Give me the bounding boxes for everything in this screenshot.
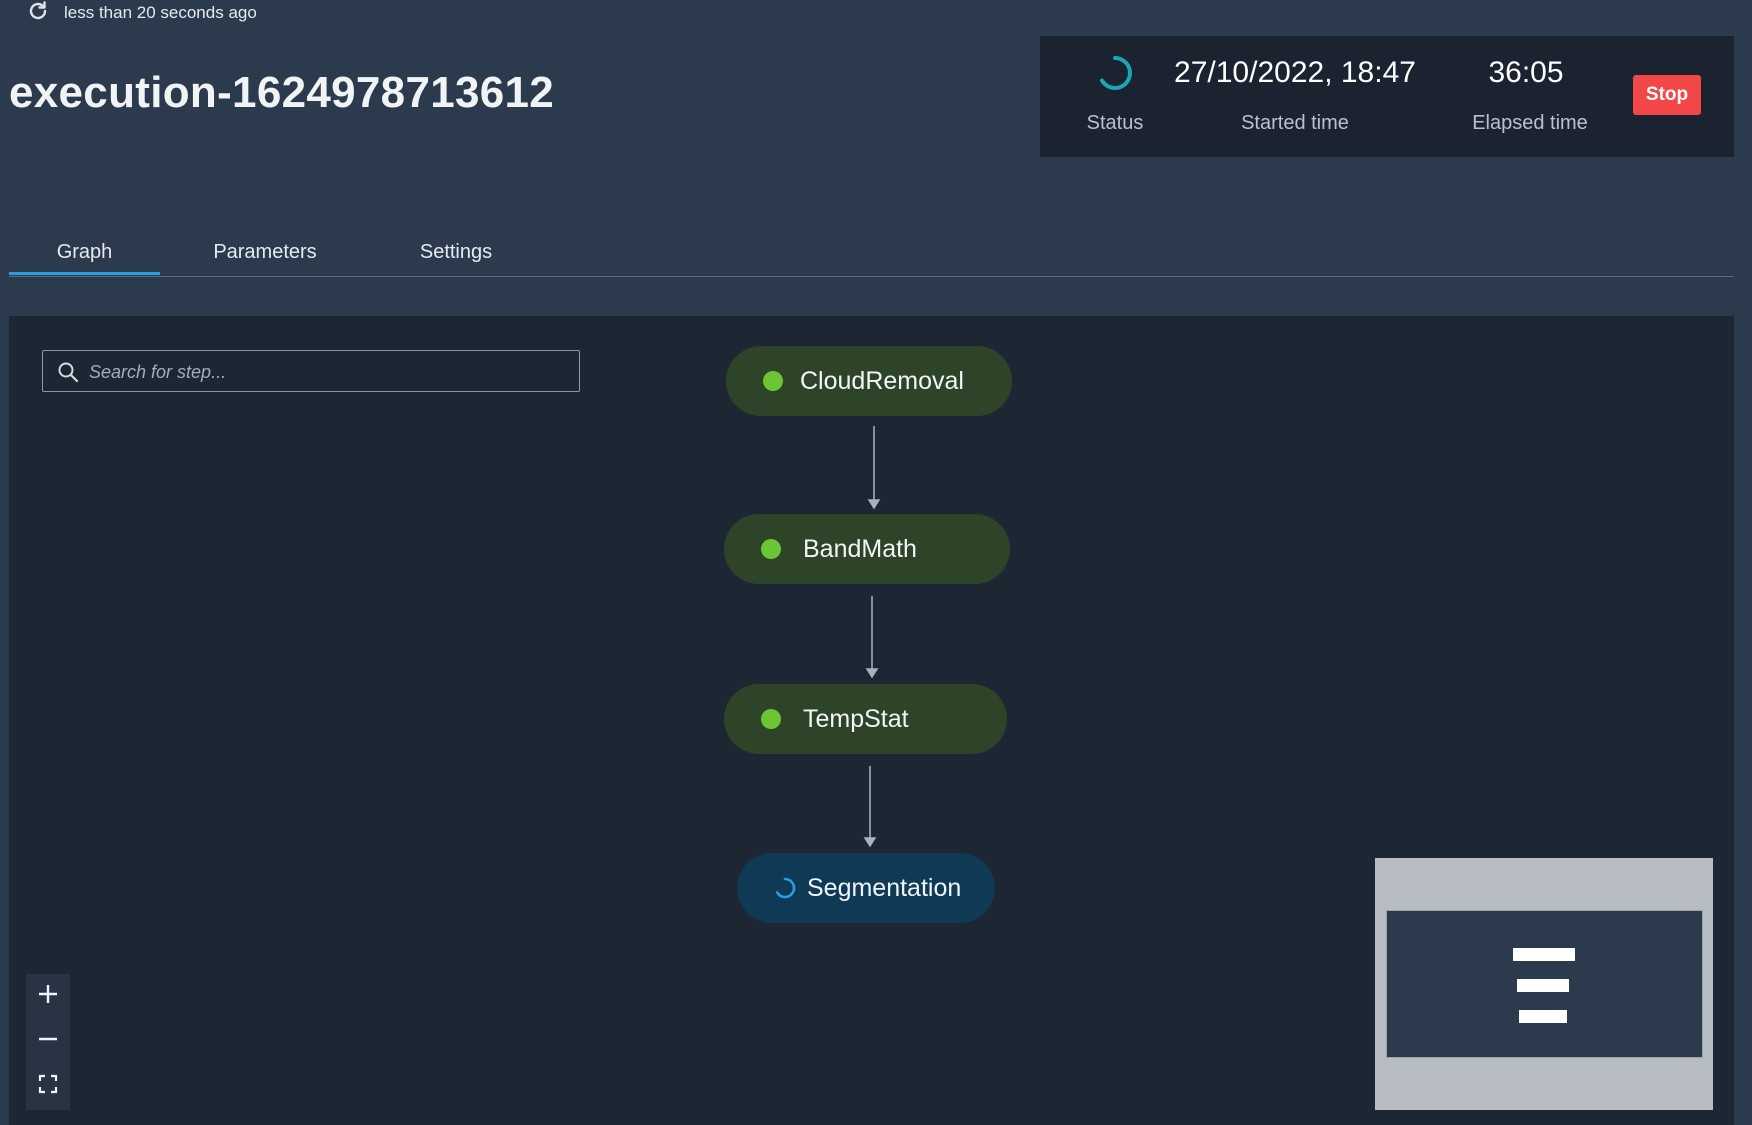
step-name: Segmentation: [807, 873, 962, 902]
step-node-segmentation[interactable]: Segmentation: [737, 853, 995, 923]
minimap-node: [1513, 948, 1575, 961]
minimap-node: [1517, 979, 1569, 992]
elapsed-time-label: Elapsed time: [1472, 112, 1588, 134]
step-name: TempStat: [803, 704, 909, 733]
zoom-in-button[interactable]: [26, 974, 70, 1018]
step-name: CloudRemoval: [800, 366, 964, 395]
started-time-value: 27/10/2022, 18:47: [1174, 56, 1416, 89]
status-label: Status: [1086, 112, 1144, 134]
minus-icon: [36, 1027, 60, 1056]
plus-icon: [36, 982, 60, 1011]
minimap[interactable]: [1375, 858, 1713, 1110]
step-node-bandmath[interactable]: BandMath: [724, 514, 1010, 584]
tab-graph[interactable]: Graph: [9, 226, 160, 275]
spinner-icon: [1096, 54, 1134, 92]
minimap-viewport[interactable]: [1386, 910, 1703, 1058]
started-time-label: Started time: [1241, 112, 1349, 134]
started-time-column: 27/10/2022, 18:47 Started time: [1170, 36, 1420, 157]
execution-status-panel: Status 27/10/2022, 18:47 Started time 36…: [1040, 36, 1734, 157]
tab-bar: Graph Parameters Settings: [9, 226, 1734, 277]
status-column: Status: [1060, 36, 1170, 157]
step-node-cloudremoval[interactable]: CloudRemoval: [726, 346, 1012, 416]
spinner-icon: [773, 876, 797, 900]
zoom-out-button[interactable]: [26, 1019, 70, 1063]
elapsed-time-value: 36:05: [1488, 56, 1564, 89]
step-node-tempstat[interactable]: TempStat: [724, 684, 1007, 754]
search-input[interactable]: [87, 351, 571, 393]
tab-parameters[interactable]: Parameters: [195, 226, 335, 275]
tab-settings[interactable]: Settings: [401, 226, 511, 275]
stop-button[interactable]: Stop: [1633, 75, 1701, 115]
minimap-node: [1519, 1010, 1567, 1023]
fit-view-icon: [36, 1072, 60, 1101]
refresh-icon[interactable]: [26, 0, 50, 28]
elapsed-time-column: 36:05 Elapsed time: [1430, 36, 1630, 157]
graph-canvas[interactable]: CloudRemoval BandMath TempStat Segmentat…: [9, 316, 1734, 1125]
zoom-controls: [26, 974, 70, 1110]
step-name: BandMath: [803, 534, 917, 563]
status-succeeded-icon: [763, 371, 783, 391]
status-succeeded-icon: [761, 539, 781, 559]
status-succeeded-icon: [761, 709, 781, 729]
page-title: execution-1624978713612: [9, 68, 555, 117]
last-refreshed-text: less than 20 seconds ago: [64, 3, 257, 22]
fit-view-button[interactable]: [26, 1064, 70, 1108]
refresh-status: less than 20 seconds ago: [26, 0, 257, 26]
step-search: [42, 350, 580, 393]
